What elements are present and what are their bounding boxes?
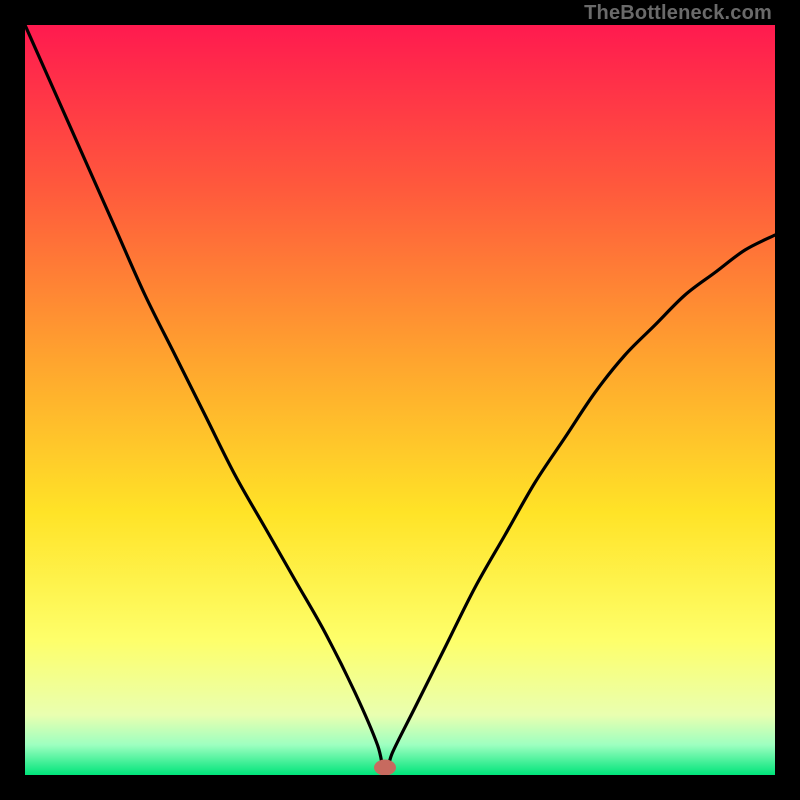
chart-frame: TheBottleneck.com bbox=[0, 0, 800, 800]
chart-background bbox=[25, 25, 775, 775]
plot-area bbox=[25, 25, 775, 775]
chart-canvas bbox=[25, 25, 775, 775]
optimum-marker bbox=[374, 760, 396, 776]
watermark-text: TheBottleneck.com bbox=[584, 2, 772, 25]
